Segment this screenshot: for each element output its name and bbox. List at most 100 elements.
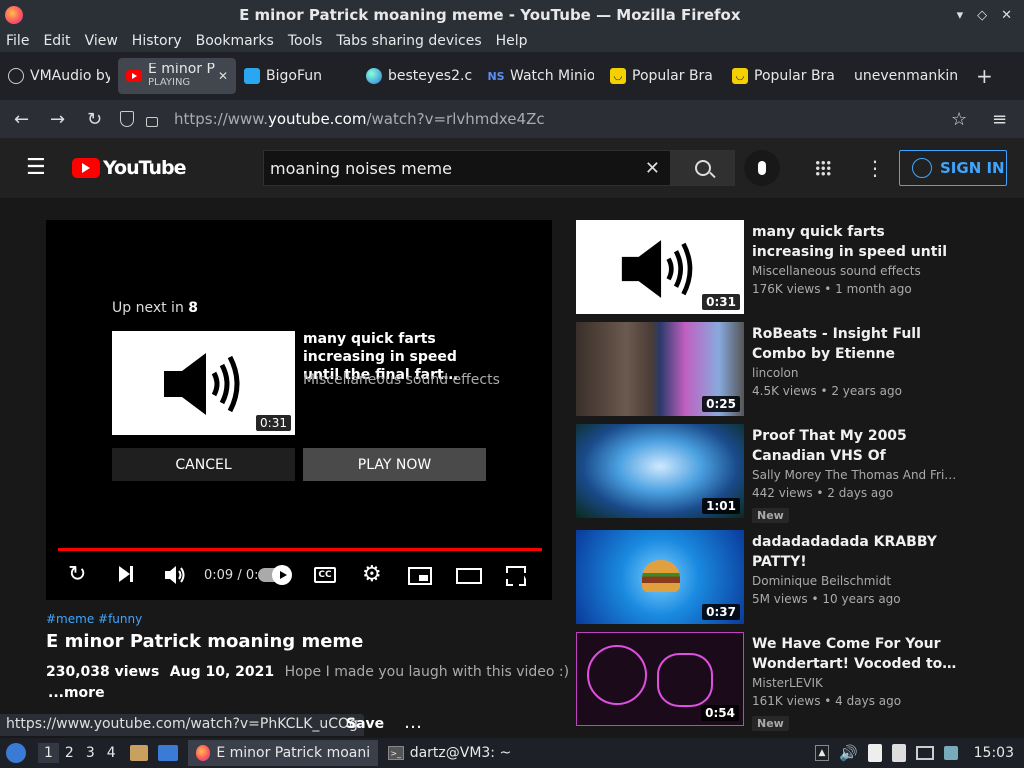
sidebar-channel[interactable]: Sally Morey The Thomas And Friend…	[752, 468, 962, 482]
url-bar[interactable]: https://www. youtube.com/watch?v=rlvhmdxe…	[120, 104, 980, 134]
replay-icon[interactable]: ↻	[68, 562, 86, 587]
back-icon[interactable]: ←	[14, 109, 29, 130]
autoplay-toggle[interactable]	[258, 565, 292, 585]
tab-bar: VMAudio by E minor P PLAYING ✕ BigoFun b…	[0, 52, 1024, 100]
globe-icon	[8, 68, 24, 84]
sidebar-channel[interactable]: MisterLEVIK	[752, 676, 962, 690]
sidebar-video-title[interactable]: Proof That My 2005 Canadian VHS Of Backy…	[752, 426, 962, 466]
play-icon	[272, 565, 292, 585]
tab-vmaudio[interactable]: VMAudio by	[0, 58, 118, 94]
clipboard-icon[interactable]	[867, 744, 882, 762]
video-thumbnail[interactable]: 0:31	[576, 220, 744, 314]
sidebar-video-title[interactable]: many quick farts increasing in speed unt…	[752, 222, 962, 262]
sidebar-channel[interactable]: lincolon	[752, 366, 962, 380]
progress-bar[interactable]	[58, 548, 542, 551]
shield-icon[interactable]	[120, 111, 134, 127]
window-title: E minor Patrick moaning meme - YouTube —…	[239, 6, 741, 24]
lock-icon[interactable]	[146, 116, 158, 127]
sidebar-meta: 442 views • 2 days ago	[752, 486, 894, 500]
tab-bigofun[interactable]: BigoFun	[236, 58, 358, 94]
captions-icon[interactable]: CC	[314, 567, 336, 583]
workspace-3[interactable]: 3	[86, 745, 95, 761]
fullscreen-icon[interactable]	[506, 566, 526, 586]
menu-history[interactable]: History	[132, 33, 182, 49]
video-player[interactable]: Up next in 8 0:31 many quick farts incre…	[46, 220, 552, 600]
more-actions-icon[interactable]: …	[404, 712, 423, 733]
theater-mode-icon[interactable]	[456, 568, 482, 584]
forward-icon[interactable]: →	[50, 109, 65, 130]
search-button[interactable]	[671, 150, 735, 186]
volume-icon[interactable]	[164, 565, 186, 585]
guide-menu-icon[interactable]: ☰	[26, 157, 46, 179]
menu-bookmarks[interactable]: Bookmarks	[196, 33, 274, 49]
start-menu-icon[interactable]	[6, 743, 26, 763]
close-tab-icon[interactable]: ✕	[218, 69, 228, 83]
taskbar-firefox[interactable]: E minor Patrick moani…	[187, 740, 378, 766]
reload-icon[interactable]: ↻	[87, 109, 102, 130]
workspace-4[interactable]: 4	[107, 745, 116, 761]
tab-popular-1[interactable]: ◡ Popular Bra	[602, 58, 724, 94]
video-thumbnail[interactable]: 1:01	[576, 424, 744, 518]
voice-search-button[interactable]	[744, 150, 780, 186]
tab-popular-2[interactable]: ◡ Popular Bra	[724, 58, 846, 94]
sidebar-video-title[interactable]: We Have Come For Your Wondertart! Vocode…	[752, 634, 962, 674]
tab-watch-minio[interactable]: NS Watch Minio	[480, 58, 602, 94]
minimize-icon[interactable]: ▾	[957, 8, 964, 23]
play-now-button[interactable]: PLAY NOW	[303, 448, 486, 481]
sidebar-video[interactable]: 0:54 We Have Come For Your Wondertart! V…	[576, 632, 1006, 731]
video-hashtags[interactable]: #meme #funny	[46, 612, 142, 626]
tab-besteyes[interactable]: besteyes2.c	[358, 58, 480, 94]
sidebar-channel[interactable]: Dominique Beilschmidt	[752, 574, 962, 588]
menu-tabs-sharing[interactable]: Tabs sharing devices	[336, 33, 481, 49]
up-next-thumbnail[interactable]: 0:31	[112, 331, 295, 435]
youtube-logo[interactable]: YouTube	[72, 157, 186, 179]
sidebar-video-title[interactable]: RoBeats - Insight Full Combo by Etienne	[752, 324, 962, 364]
speaker-icon	[164, 353, 240, 415]
apps-grid-icon[interactable]	[815, 160, 831, 176]
sidebar-video[interactable]: 0:31 many quick farts increasing in spee…	[576, 220, 1006, 316]
network-icon[interactable]	[943, 746, 958, 760]
bookmark-star-icon[interactable]: ☆	[951, 109, 967, 130]
menu-tools[interactable]: Tools	[288, 33, 323, 49]
menu-edit[interactable]: Edit	[43, 33, 70, 49]
video-thumbnail[interactable]: 0:37	[576, 530, 744, 624]
workspace-2[interactable]: 2	[65, 745, 74, 761]
new-tab-icon[interactable]: +	[976, 64, 993, 88]
miniplayer-icon[interactable]	[408, 567, 432, 585]
workspace-1[interactable]: 1	[38, 743, 59, 763]
sidebar-video[interactable]: 0:37 dadadadadada KRABBY PATTY! Dominiqu…	[576, 530, 1006, 626]
tab-youtube-active[interactable]: E minor P PLAYING ✕	[118, 58, 236, 94]
sidebar-video[interactable]: 0:25 RoBeats - Insight Full Combo by Eti…	[576, 322, 1006, 418]
menu-file[interactable]: File	[6, 33, 29, 49]
next-video-icon[interactable]	[119, 566, 137, 582]
video-thumbnail[interactable]: 0:54	[576, 632, 744, 726]
tab-unevenmankin[interactable]: unevenmankin	[846, 58, 968, 94]
settings-gear-icon[interactable]: ⚙	[362, 562, 382, 587]
url-prefix: https://www.	[174, 110, 268, 128]
sidebar-video-title[interactable]: dadadadadada KRABBY PATTY!	[752, 532, 962, 572]
sign-in-button[interactable]: SIGN IN	[899, 150, 1007, 186]
hamburger-menu-icon[interactable]: ≡	[992, 109, 1007, 130]
notes-icon[interactable]	[891, 744, 906, 762]
restore-icon[interactable]: ◇	[977, 8, 987, 23]
show-more-link[interactable]: ...more	[48, 685, 105, 701]
sidebar-channel[interactable]: Miscellaneous sound effects	[752, 264, 962, 278]
save-button[interactable]: Save	[346, 716, 384, 732]
close-window-icon[interactable]: ✕	[1001, 8, 1012, 23]
menu-view[interactable]: View	[85, 33, 118, 49]
video-thumbnail[interactable]: 0:25	[576, 322, 744, 416]
search-input[interactable]: moaning noises meme ✕	[263, 150, 671, 186]
more-options-icon[interactable]: ⋮	[865, 156, 885, 180]
taskbar-terminal[interactable]: >_ dartz@VM3: ~	[387, 745, 511, 761]
menu-help[interactable]: Help	[496, 33, 528, 49]
desktop-icon[interactable]	[157, 745, 178, 761]
clear-search-icon[interactable]: ✕	[645, 158, 660, 179]
tray-arrow-icon[interactable]: ▲	[814, 745, 829, 761]
cancel-button[interactable]: CANCEL	[112, 448, 295, 481]
display-icon[interactable]	[915, 746, 934, 760]
sidebar-video[interactable]: 1:01 Proof That My 2005 Canadian VHS Of …	[576, 424, 1006, 523]
clock[interactable]: 15:03	[974, 745, 1014, 761]
account-icon	[912, 158, 932, 178]
volume-tray-icon[interactable]: 🔊	[839, 744, 858, 762]
files-icon[interactable]	[129, 745, 148, 761]
